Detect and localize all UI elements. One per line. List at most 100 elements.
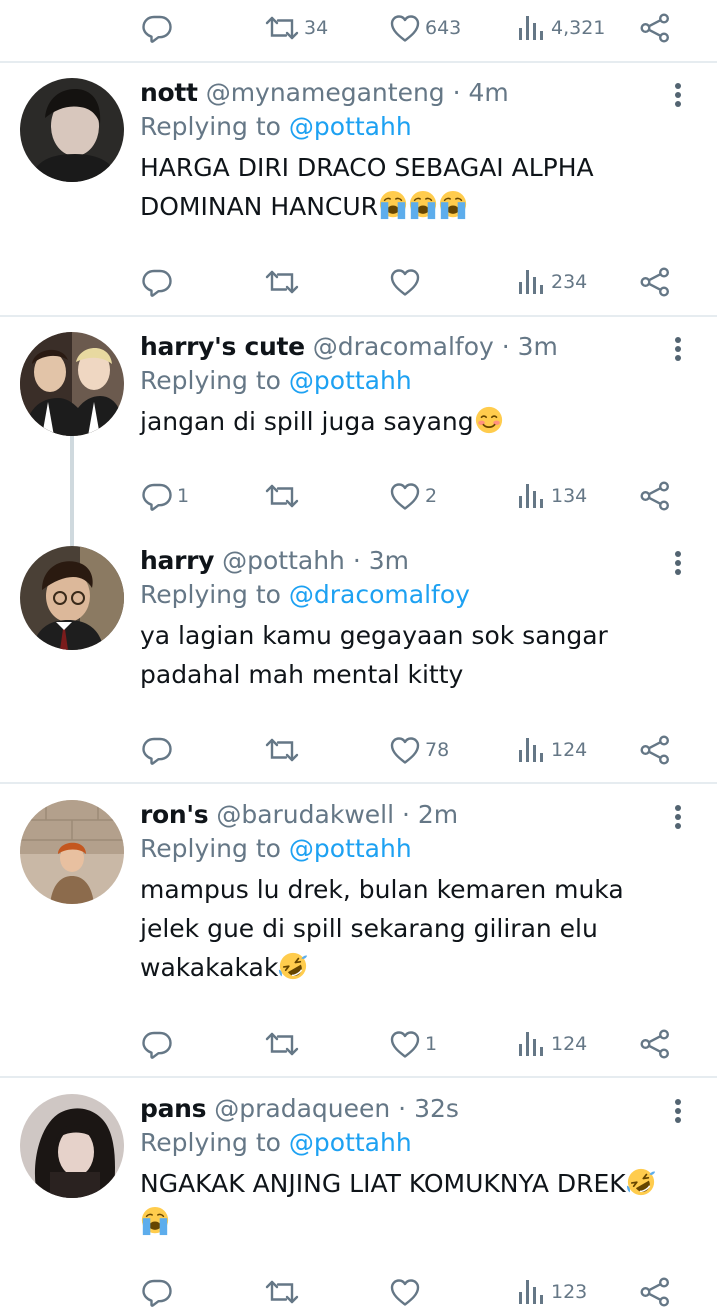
like-button[interactable] [389,262,425,302]
views-icon [515,1028,547,1060]
mention-link[interactable]: @pottahh [289,1128,412,1157]
smiling-face-icon [474,405,504,435]
retweet-button[interactable] [264,1024,304,1064]
replying-label: Replying to [140,366,281,395]
replying-to: Replying to @pottahh [140,1128,412,1157]
reply-button[interactable]: 1 [141,476,189,516]
share-button[interactable] [639,476,671,516]
share-icon [639,266,671,298]
display-name[interactable]: ron's [140,800,209,829]
avatar[interactable] [20,78,124,182]
tweet-reply-nott[interactable]: nott @mynameganteng · 4m Replying to @po… [0,78,717,316]
like-count: 2 [425,485,438,507]
retweet-button[interactable]: 34 [264,8,328,48]
tweet-text: ya lagian kamu gegayaan sok sangar padah… [140,616,700,694]
reply-icon [141,266,173,298]
views-button[interactable]: 123 [515,1272,587,1312]
view-count: 134 [551,485,588,507]
share-icon [639,734,671,766]
avatar[interactable] [20,1094,124,1198]
divider [0,315,717,317]
more-options-icon[interactable] [668,548,688,578]
reply-button[interactable] [141,730,177,770]
display-name[interactable]: harry [140,546,214,575]
reply-button[interactable] [141,262,177,302]
tweet-actions: 1 2 134 [0,476,717,516]
mention-link[interactable]: @pottahh [289,834,412,863]
handle-and-time[interactable]: @barudakwell · 2m [216,800,458,829]
loudly-crying-face-icon [438,190,468,220]
views-button[interactable]: 134 [515,476,587,516]
views-button[interactable]: 124 [515,730,587,770]
reply-icon [141,480,173,512]
reply-icon [141,12,173,44]
display-name[interactable]: pans [140,1094,207,1123]
retweet-button[interactable] [264,476,304,516]
views-button[interactable]: 124 [515,1024,587,1064]
tweet-text: mampus lu drek, bulan kemaren muka jelek… [140,870,700,987]
share-button[interactable] [639,8,671,48]
rolling-on-floor-laughing-icon [278,951,308,981]
views-icon [515,1276,547,1308]
mention-link[interactable]: @pottahh [289,366,412,395]
replying-label: Replying to [140,580,281,609]
handle-and-time[interactable]: @dracomalfoy · 3m [313,332,558,361]
share-icon [639,12,671,44]
retweet-button[interactable] [264,730,304,770]
replying-to: Replying to @pottahh [140,112,412,141]
divider [0,782,717,784]
like-count: 1 [425,1033,438,1055]
reply-icon [141,1028,173,1060]
handle-and-time[interactable]: @pottahh · 3m [222,546,409,575]
divider [0,1076,717,1078]
share-button[interactable] [639,1272,671,1312]
text-line: DOMINAN HANCUR [140,192,379,221]
tweet-reply-harry[interactable]: harry @pottahh · 3m Replying to @dracoma… [0,546,717,782]
reply-button[interactable] [141,1024,177,1064]
like-button[interactable]: 2 [389,476,437,516]
like-button[interactable]: 1 [389,1024,437,1064]
retweet-button[interactable] [264,262,304,302]
more-options-icon[interactable] [668,80,688,110]
view-count: 234 [551,271,588,293]
tweet-reply-harrys-cute[interactable]: harry's cute @dracomalfoy · 3m Replying … [0,332,717,532]
mention-link[interactable]: @pottahh [289,112,412,141]
retweet-button[interactable] [264,1272,304,1312]
replying-label: Replying to [140,834,281,863]
avatar[interactable] [20,800,124,904]
avatar[interactable] [20,546,124,650]
handle-and-time[interactable]: @mynameganteng · 4m [206,78,509,107]
views-button[interactable]: 234 [515,262,587,302]
more-options-icon[interactable] [668,1096,688,1126]
heart-icon [389,12,421,44]
avatar[interactable] [20,332,124,436]
like-button[interactable] [389,1272,425,1312]
views-button[interactable]: 4,321 [515,8,605,48]
tweet-actions: 123 [0,1272,717,1312]
display-name[interactable]: harry's cute [140,332,305,361]
share-button[interactable] [639,262,671,302]
handle-and-time[interactable]: @pradaqueen · 32s [214,1094,459,1123]
views-icon [515,266,547,298]
more-options-icon[interactable] [668,802,688,832]
text-line: mampus lu drek, bulan kemaren muka [140,875,624,904]
tweet-reply-rons[interactable]: ron's @barudakwell · 2m Replying to @pot… [0,800,717,1076]
reply-button[interactable] [141,8,177,48]
tweet-actions: 1 124 [0,1024,717,1064]
share-button[interactable] [639,730,671,770]
view-count: 124 [551,1033,588,1055]
share-button[interactable] [639,1024,671,1064]
display-name[interactable]: nott [140,78,198,107]
share-icon [639,480,671,512]
mention-link[interactable]: @dracomalfoy [289,580,470,609]
retweet-icon [264,480,300,512]
reply-button[interactable] [141,1272,177,1312]
more-options-icon[interactable] [668,334,688,364]
text-line: jelek gue di spill sekarang giliran elu [140,914,598,943]
like-button[interactable]: 78 [389,730,449,770]
like-button[interactable]: 643 [389,8,461,48]
share-icon [639,1028,671,1060]
rolling-on-floor-laughing-icon [626,1167,656,1197]
tweet-reply-pans[interactable]: pans @pradaqueen · 32s Replying to @pott… [0,1094,717,1316]
reply-count: 1 [177,485,190,507]
